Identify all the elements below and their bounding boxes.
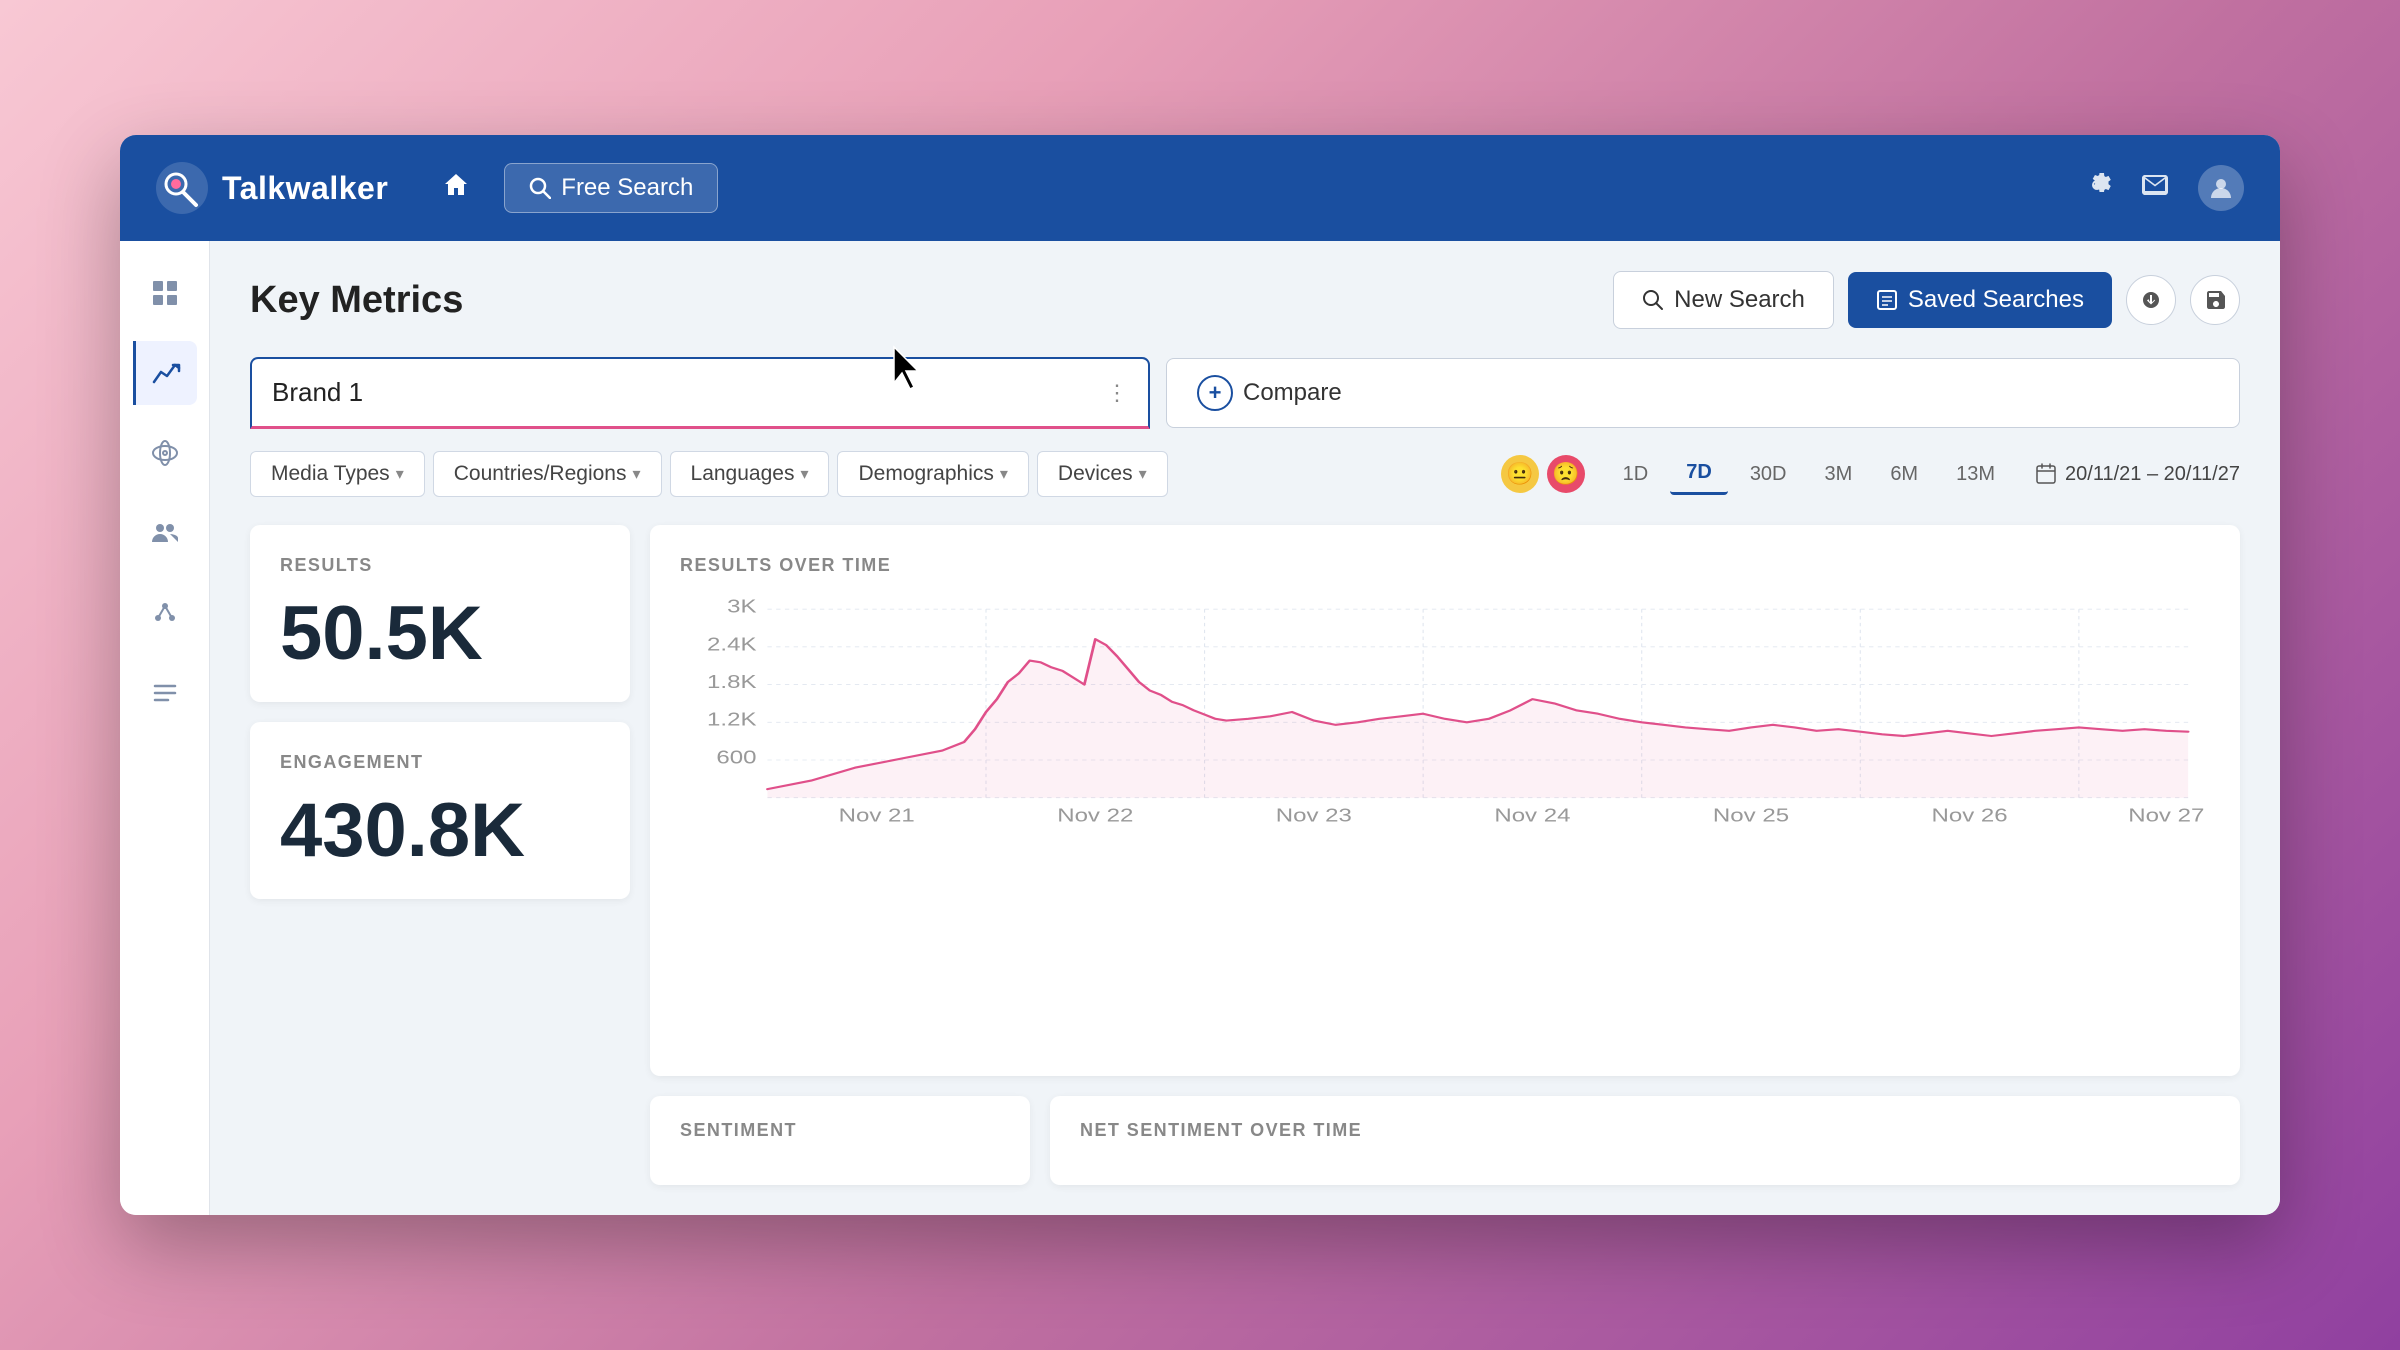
- sentiment-label: SENTIMENT: [680, 1120, 1000, 1141]
- brand-input-text: Brand 1: [272, 377, 1106, 408]
- chevron-down-icon: ▾: [1000, 464, 1008, 484]
- time-3m[interactable]: 3M: [1809, 455, 1869, 494]
- results-label: RESULTS: [280, 555, 600, 576]
- search-bar-row: Brand 1 ⋮ + Compare: [250, 357, 2240, 429]
- saved-searches-button[interactable]: Saved Searches: [1848, 272, 2112, 328]
- engagement-label: ENGAGEMENT: [280, 752, 600, 773]
- svg-text:1.8K: 1.8K: [707, 671, 757, 693]
- filter-row: Media Types ▾ Countries/Regions ▾ Langua…: [250, 451, 2240, 497]
- time-13m[interactable]: 13M: [1940, 455, 2011, 494]
- sentiment-card: SENTIMENT: [650, 1096, 1030, 1185]
- svg-text:Nov 21: Nov 21: [839, 804, 915, 826]
- sidebar: [120, 241, 210, 1215]
- date-range-picker[interactable]: 20/11/21 – 20/11/27: [2035, 463, 2240, 486]
- line-chart-svg: .grid-line { stroke: #e0e6ef; stroke-wid…: [680, 592, 2210, 832]
- chevron-down-icon: ▾: [1139, 464, 1147, 484]
- chevron-down-icon: ▾: [632, 464, 640, 484]
- sidebar-item-influencer[interactable]: [133, 581, 197, 645]
- sidebar-item-social[interactable]: [133, 421, 197, 485]
- sidebar-item-reports[interactable]: [133, 661, 197, 725]
- settings-icon[interactable]: [2082, 170, 2112, 207]
- time-7d[interactable]: 7D: [1670, 453, 1728, 495]
- date-range-text: 20/11/21 – 20/11/27: [2065, 463, 2240, 486]
- app-window: Talkwalker Free Search: [120, 135, 2280, 1215]
- time-6m[interactable]: 6M: [1874, 455, 1934, 494]
- engagement-value: 430.8K: [280, 793, 600, 869]
- free-search-label: Free Search: [561, 174, 693, 202]
- talkwalker-logo-icon: [156, 162, 208, 214]
- sidebar-item-analytics[interactable]: [133, 261, 197, 325]
- refresh-button[interactable]: [2126, 275, 2176, 325]
- logo-text: Talkwalker: [222, 170, 388, 207]
- negative-sentiment-icon[interactable]: 😟: [1547, 455, 1585, 493]
- neutral-sentiment-icon[interactable]: 😐: [1501, 455, 1539, 493]
- main-layout: Key Metrics New Search Saved Searches: [120, 241, 2280, 1215]
- new-search-button[interactable]: New Search: [1613, 271, 1834, 329]
- results-card: RESULTS 50.5K: [250, 525, 630, 702]
- svg-text:3K: 3K: [727, 595, 757, 617]
- countries-filter[interactable]: Countries/Regions ▾: [433, 451, 662, 497]
- svg-text:2.4K: 2.4K: [707, 633, 757, 655]
- page-title: Key Metrics: [250, 279, 1613, 322]
- header-actions: New Search Saved Searches: [1613, 271, 2240, 329]
- compare-button[interactable]: + Compare: [1166, 358, 2240, 428]
- chevron-down-icon: ▾: [800, 464, 808, 484]
- chart-label: RESULTS OVER TIME: [680, 555, 2210, 576]
- svg-text:Nov 25: Nov 25: [1713, 804, 1789, 826]
- languages-filter[interactable]: Languages ▾: [670, 451, 830, 497]
- chevron-down-icon: ▾: [396, 464, 404, 484]
- media-types-filter[interactable]: Media Types ▾: [250, 451, 425, 497]
- svg-text:600: 600: [716, 746, 756, 768]
- sidebar-item-audience[interactable]: [133, 501, 197, 565]
- nav-icons: [2082, 165, 2244, 211]
- results-value: 50.5K: [280, 596, 600, 672]
- svg-text:1.2K: 1.2K: [707, 708, 757, 730]
- messages-icon[interactable]: [2140, 170, 2170, 207]
- svg-text:Nov 22: Nov 22: [1057, 804, 1133, 826]
- svg-text:Nov 24: Nov 24: [1494, 804, 1570, 826]
- saved-searches-label: Saved Searches: [1908, 286, 2084, 314]
- logo-area: Talkwalker: [156, 162, 388, 214]
- metrics-container: RESULTS 50.5K ENGAGEMENT 430.8K RESULTS …: [250, 525, 2240, 1185]
- svg-text:Nov 23: Nov 23: [1276, 804, 1352, 826]
- time-30d[interactable]: 30D: [1734, 455, 1803, 494]
- top-nav: Talkwalker Free Search: [120, 135, 2280, 241]
- home-button[interactable]: [428, 161, 484, 216]
- right-metrics: RESULTS OVER TIME .grid-line { stroke: #…: [650, 525, 2240, 1185]
- time-filters: 1D 7D 30D 3M 6M 13M: [1607, 453, 2011, 495]
- results-over-time-card: RESULTS OVER TIME .grid-line { stroke: #…: [650, 525, 2240, 1076]
- bottom-cards: SENTIMENT NET SENTIMENT OVER TIME: [650, 1096, 2240, 1185]
- sidebar-item-trends[interactable]: [133, 341, 197, 405]
- brand-search-input[interactable]: Brand 1 ⋮: [250, 357, 1150, 429]
- time-1d[interactable]: 1D: [1607, 455, 1665, 494]
- devices-filter[interactable]: Devices ▾: [1037, 451, 1168, 497]
- net-sentiment-label: NET SENTIMENT OVER TIME: [1080, 1120, 2210, 1141]
- sentiment-icons: 😐 😟: [1501, 455, 1585, 493]
- net-sentiment-card: NET SENTIMENT OVER TIME: [1050, 1096, 2240, 1185]
- new-search-label: New Search: [1674, 286, 1805, 314]
- svg-text:Nov 26: Nov 26: [1932, 804, 2008, 826]
- save-button[interactable]: [2190, 275, 2240, 325]
- compare-label: Compare: [1243, 379, 1342, 407]
- user-avatar[interactable]: [2198, 165, 2244, 211]
- content-area: Key Metrics New Search Saved Searches: [210, 241, 2280, 1215]
- svg-text:Nov 27: Nov 27: [2128, 804, 2204, 826]
- demographics-filter[interactable]: Demographics ▾: [837, 451, 1028, 497]
- engagement-card: ENGAGEMENT 430.8K: [250, 722, 630, 899]
- content-header: Key Metrics New Search Saved Searches: [250, 271, 2240, 329]
- chart-area: .grid-line { stroke: #e0e6ef; stroke-wid…: [680, 592, 2210, 832]
- search-menu-icon[interactable]: ⋮: [1106, 380, 1128, 406]
- free-search-button[interactable]: Free Search: [504, 163, 718, 213]
- compare-plus-icon: +: [1197, 375, 1233, 411]
- left-metrics: RESULTS 50.5K ENGAGEMENT 430.8K: [250, 525, 630, 1185]
